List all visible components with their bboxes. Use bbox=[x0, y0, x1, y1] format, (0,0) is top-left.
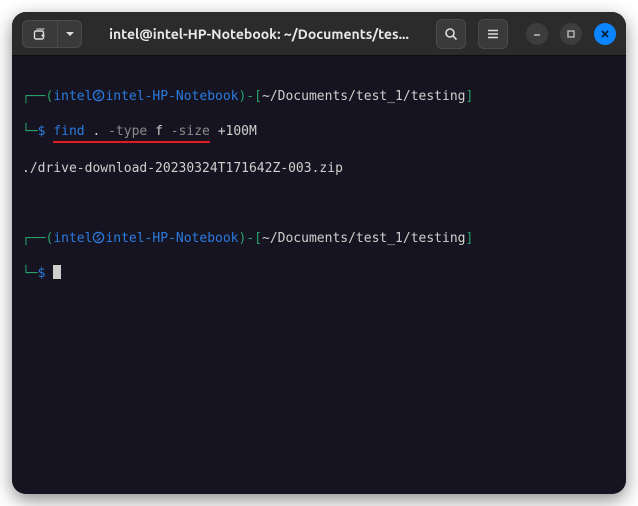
chevron-down-icon bbox=[65, 29, 75, 39]
prompt-symbol: $ bbox=[38, 124, 46, 139]
cmd-val-size: +100M bbox=[218, 124, 257, 139]
maximize-button[interactable] bbox=[560, 23, 582, 45]
hamburger-icon bbox=[486, 27, 500, 41]
cmd-path: . bbox=[92, 124, 100, 139]
prompt-close: )- bbox=[239, 89, 255, 104]
prompt-line-2: ┌──(intelintel-HP-Notebook)-[~/Documents… bbox=[22, 230, 616, 248]
search-icon bbox=[444, 27, 458, 41]
prompt-bracket: [ bbox=[254, 89, 262, 104]
prompt-line-1: ┌──(intelintel-HP-Notebook)-[~/Documents… bbox=[22, 88, 616, 106]
output-line-1: ./drive-download-20230324T171642Z-003.zi… bbox=[22, 160, 616, 178]
prompt-bracket-close: ] bbox=[466, 231, 474, 246]
command-underlined: find . -type f -size bbox=[53, 123, 210, 144]
prompt-path: ~/Documents/test_1/testing bbox=[262, 231, 466, 246]
prompt-path: ~/Documents/test_1/testing bbox=[262, 89, 466, 104]
prompt-user: intel bbox=[53, 89, 92, 104]
minimize-button[interactable] bbox=[526, 23, 548, 45]
blank-line bbox=[22, 195, 616, 213]
cmd-flag-size: -size bbox=[171, 124, 210, 139]
prompt-corner-bottom: └─ bbox=[22, 124, 38, 139]
command-line-2: └─$ bbox=[22, 265, 616, 283]
prompt-bracket: [ bbox=[254, 231, 262, 246]
window-controls bbox=[526, 23, 616, 45]
terminal-window: intel@intel-HP-Notebook: ~/Documents/tes… bbox=[12, 12, 626, 494]
terminal-body[interactable]: ┌──(intelintel-HP-Notebook)-[~/Documents… bbox=[12, 56, 626, 494]
cmd-find: find bbox=[53, 124, 84, 139]
new-tab-icon bbox=[33, 27, 47, 41]
titlebar-left bbox=[22, 20, 82, 48]
prompt-host: intel-HP-Notebook bbox=[105, 89, 238, 104]
cmd-flag-type: -type bbox=[108, 124, 147, 139]
shell-icon bbox=[92, 89, 105, 102]
minimize-icon bbox=[532, 29, 542, 39]
close-icon bbox=[600, 29, 610, 39]
titlebar-right bbox=[436, 19, 616, 49]
titlebar: intel@intel-HP-Notebook: ~/Documents/tes… bbox=[12, 12, 626, 56]
menu-button[interactable] bbox=[478, 19, 508, 49]
prompt-corner: ┌── bbox=[22, 89, 45, 104]
search-button[interactable] bbox=[436, 19, 466, 49]
prompt-corner-bottom: └─ bbox=[22, 266, 38, 281]
prompt-host: intel-HP-Notebook bbox=[105, 231, 238, 246]
command-line-1: └─$ find . -type f -size +100M bbox=[22, 123, 616, 143]
prompt-symbol: $ bbox=[38, 266, 46, 281]
prompt-bracket-close: ] bbox=[466, 89, 474, 104]
close-button[interactable] bbox=[594, 23, 616, 45]
shell-icon bbox=[92, 231, 105, 244]
new-tab-dropdown[interactable] bbox=[58, 20, 82, 48]
cursor bbox=[53, 265, 61, 279]
cmd-val-type: f bbox=[155, 124, 163, 139]
new-tab-button[interactable] bbox=[22, 20, 58, 48]
prompt-user: intel bbox=[53, 231, 92, 246]
prompt-close: )- bbox=[239, 231, 255, 246]
window-title: intel@intel-HP-Notebook: ~/Documents/tes… bbox=[90, 26, 428, 42]
prompt-corner: ┌── bbox=[22, 231, 45, 246]
maximize-icon bbox=[566, 29, 576, 39]
